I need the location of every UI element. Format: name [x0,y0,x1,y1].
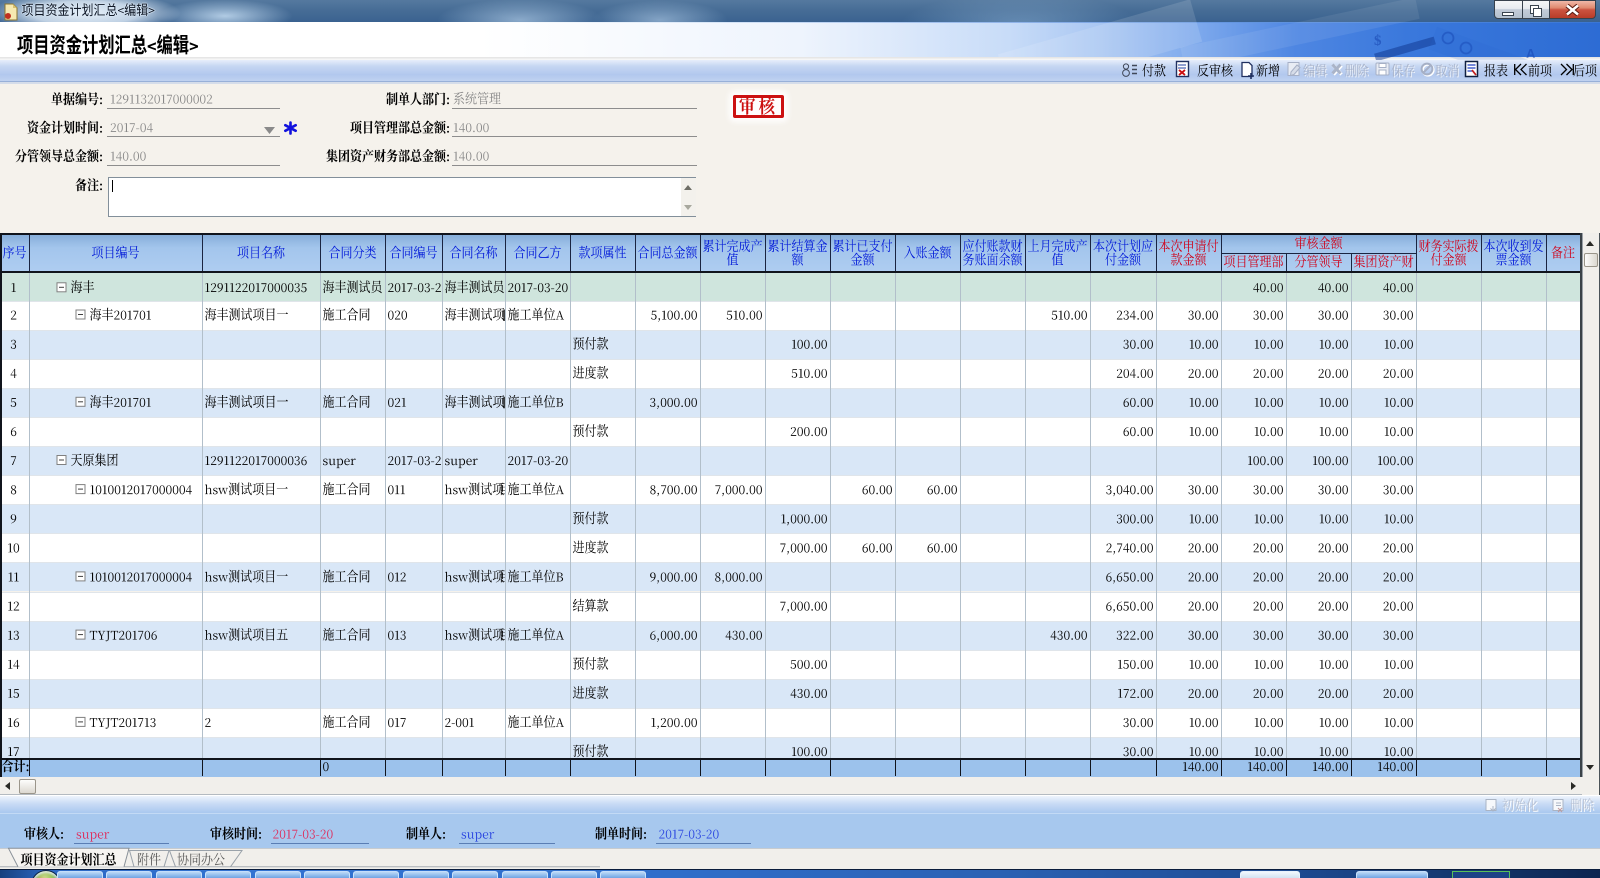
svg-text:$: $ [1374,33,1382,49]
svg-text:A: A [1526,46,1536,60]
